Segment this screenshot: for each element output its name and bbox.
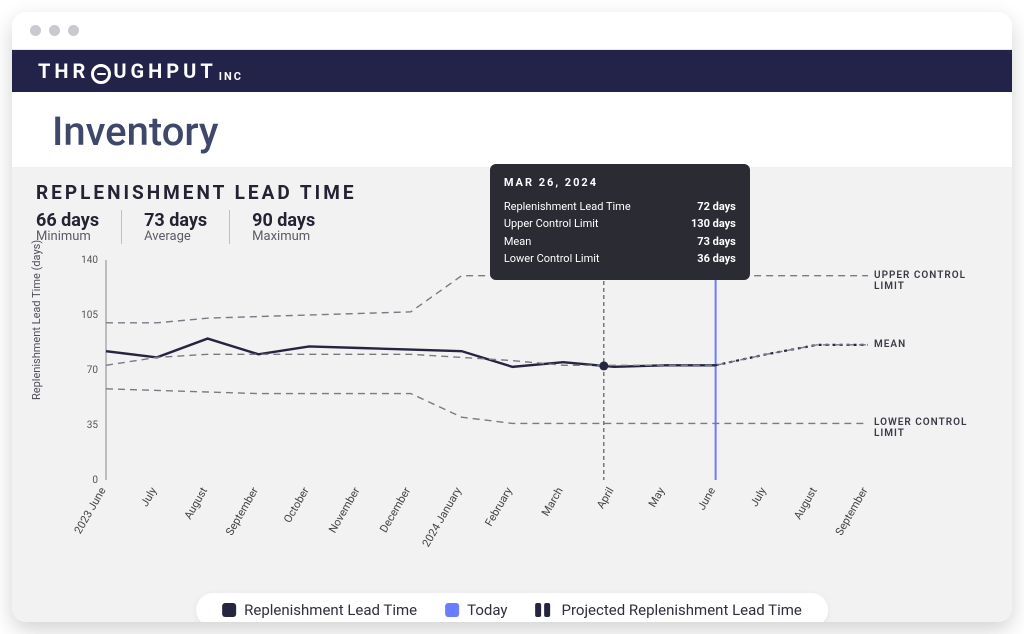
stat-label: Average	[144, 229, 207, 244]
series-label-mean: MEAN	[874, 339, 906, 350]
traffic-light-dot	[49, 25, 60, 36]
svg-text:August: August	[791, 485, 820, 522]
tooltip-row: Lower Control Limit 36 days	[504, 250, 736, 268]
svg-text:May: May	[646, 484, 668, 509]
tooltip-value: 73 days	[697, 233, 736, 251]
stat-label: Minimum	[36, 229, 99, 244]
svg-text:105: 105	[81, 310, 98, 321]
legend-item-replenishment[interactable]: Replenishment Lead Time	[222, 601, 417, 619]
titlebar	[12, 12, 1012, 50]
svg-text:70: 70	[87, 365, 99, 376]
chart-svg: 0 35 70 105 140 2023 June July August September O…	[66, 250, 988, 550]
legend-item-projected[interactable]: Projected Replenishment Lead Time	[536, 601, 802, 619]
svg-text:2023 June: 2023 June	[72, 485, 109, 536]
svg-text:December: December	[377, 485, 413, 535]
brand-logo-icon	[91, 64, 111, 84]
svg-text:140: 140	[81, 255, 98, 266]
brand-text-pre: THR	[38, 59, 89, 83]
chart-legend: Replenishment Lead Time Today Projected …	[196, 593, 828, 622]
series-label-lower: LOWER CONTROL LIMIT	[874, 417, 988, 439]
legend-label: Today	[467, 601, 507, 619]
app-window: THR UGHPUT INC Inventory REPLENISHMENT L…	[12, 12, 1012, 622]
tooltip-label: Upper Control Limit	[504, 215, 599, 233]
chart-panel: REPLENISHMENT LEAD TIME 66 days Minimum …	[12, 167, 1012, 622]
svg-text:June: June	[695, 485, 718, 512]
stat-label: Maximum	[252, 229, 315, 244]
chart-tooltip: MAR 26, 2024 Replenishment Lead Time 72 …	[490, 164, 750, 280]
svg-text:September: September	[833, 485, 871, 538]
series-label-upper: UPPER CONTROL LIMIT	[874, 270, 988, 292]
svg-text:2024 January: 2024 January	[420, 484, 465, 549]
tooltip-label: Lower Control Limit	[504, 250, 600, 268]
legend-swatch-icon	[445, 603, 459, 617]
stat-value: 66 days	[36, 210, 99, 231]
y-axis-title: Replenishment Lead Time (days)	[30, 240, 43, 400]
traffic-light-dot	[68, 25, 79, 36]
svg-text:July: July	[138, 484, 160, 509]
svg-text:0: 0	[92, 475, 98, 486]
tooltip-label: Replenishment Lead Time	[504, 198, 631, 216]
tooltip-row: Replenishment Lead Time 72 days	[504, 198, 736, 216]
svg-text:February: February	[482, 484, 515, 528]
svg-text:August: August	[182, 485, 211, 522]
tooltip-value: 36 days	[697, 250, 736, 268]
page-title: Inventory	[12, 92, 1012, 167]
svg-text:April: April	[594, 485, 616, 511]
tooltip-date: MAR 26, 2024	[504, 174, 736, 192]
traffic-light-dot	[30, 25, 41, 36]
stat-value: 73 days	[144, 210, 207, 231]
legend-swatch-icon	[536, 603, 554, 617]
svg-text:March: March	[539, 485, 566, 518]
brand-suffix: INC	[219, 70, 243, 83]
stat-minimum: 66 days Minimum	[36, 210, 122, 244]
tooltip-row: Mean 73 days	[504, 233, 736, 251]
svg-text:September: September	[223, 485, 261, 538]
stat-maximum: 90 days Maximum	[252, 210, 337, 244]
brand-bar: THR UGHPUT INC	[12, 50, 1012, 92]
legend-swatch-icon	[222, 603, 236, 617]
tooltip-row: Upper Control Limit 130 days	[504, 215, 736, 233]
stat-value: 90 days	[252, 210, 315, 231]
svg-text:October: October	[281, 485, 312, 525]
legend-item-today[interactable]: Today	[445, 601, 507, 619]
chart-area[interactable]: Replenishment Lead Time (days) 035701051…	[36, 250, 988, 550]
legend-label: Projected Replenishment Lead Time	[562, 601, 802, 619]
brand-text-post: UGHPUT	[113, 59, 216, 83]
stat-average: 73 days Average	[144, 210, 230, 244]
svg-text:November: November	[326, 485, 363, 535]
tooltip-value: 72 days	[697, 198, 736, 216]
tooltip-value: 130 days	[691, 215, 736, 233]
svg-text:July: July	[748, 484, 770, 509]
svg-text:35: 35	[87, 420, 99, 431]
tooltip-label: Mean	[504, 233, 532, 251]
legend-label: Replenishment Lead Time	[244, 601, 417, 619]
